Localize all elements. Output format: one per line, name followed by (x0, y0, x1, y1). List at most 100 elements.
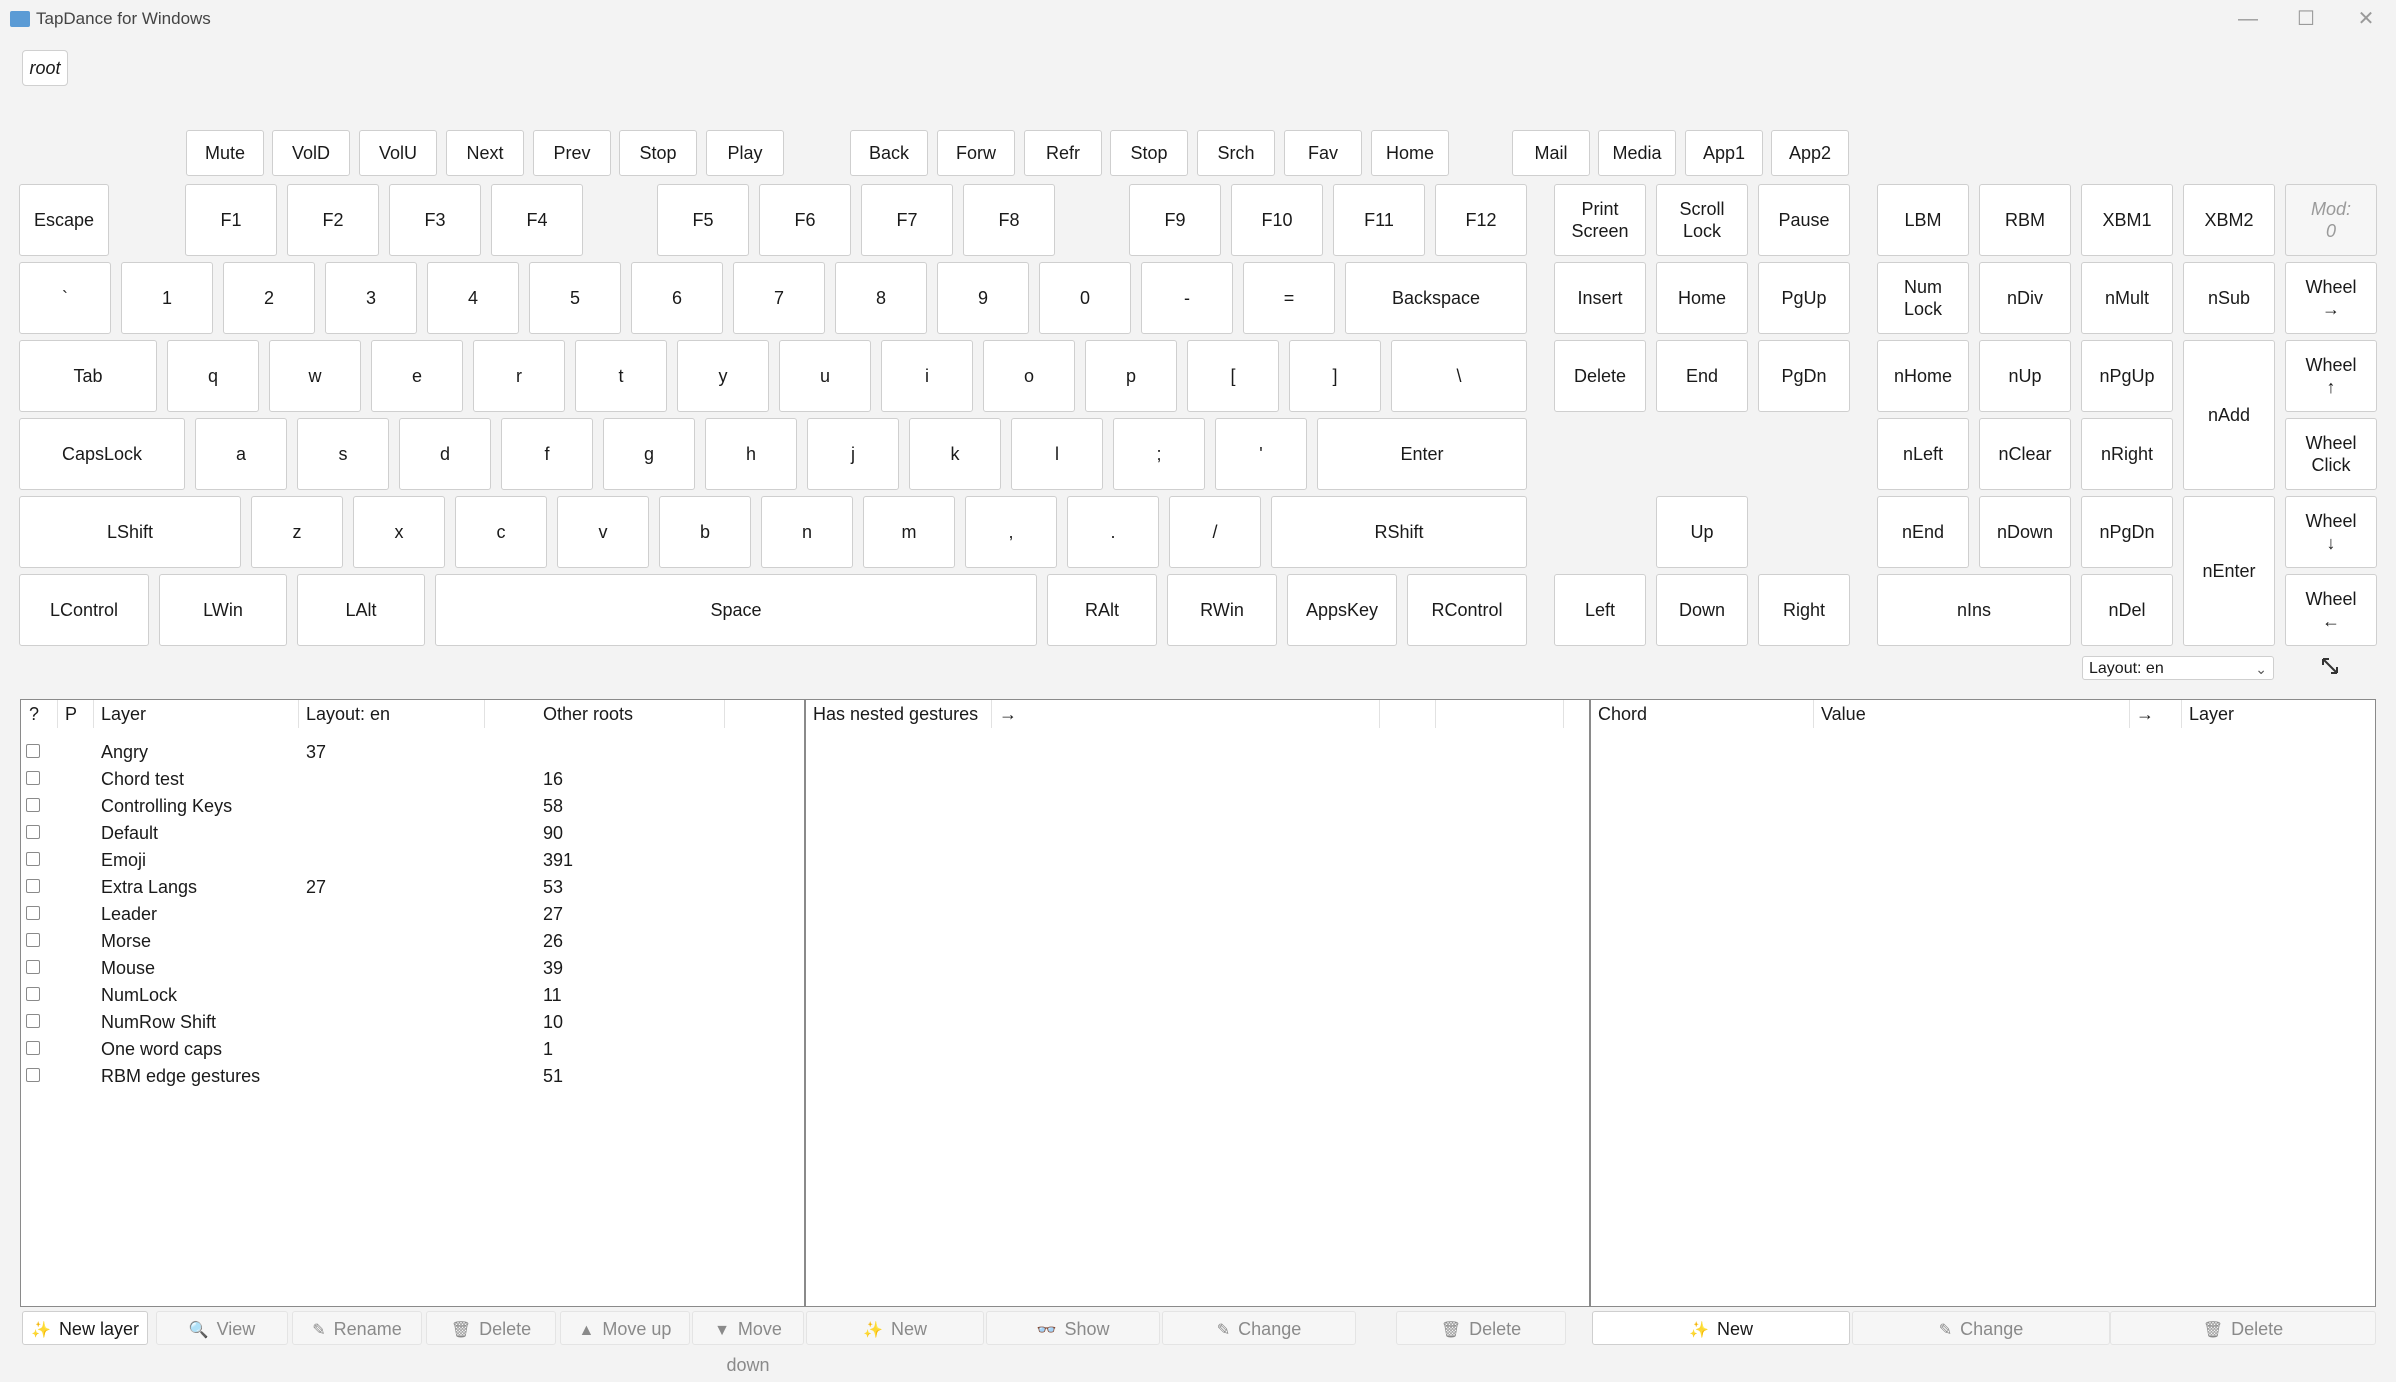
key-y[interactable]: y (677, 340, 769, 412)
key-semicolon[interactable]: ; (1113, 418, 1205, 490)
col-header-layout[interactable]: Layout: en (306, 704, 390, 725)
column-divider[interactable] (1435, 700, 1436, 728)
key-nins[interactable]: nIns (1877, 574, 2071, 646)
key-quote[interactable]: ' (1215, 418, 1307, 490)
new-chord-button[interactable]: ✨ New (1592, 1311, 1850, 1345)
key-end[interactable]: End (1656, 340, 1748, 412)
key-left[interactable]: Left (1554, 574, 1646, 646)
key-9[interactable]: 9 (937, 262, 1029, 334)
key-7[interactable]: 7 (733, 262, 825, 334)
key-wheel-up[interactable]: Wheel ↑ (2285, 340, 2377, 412)
key-srch[interactable]: Srch (1197, 130, 1275, 176)
col-header-p[interactable]: P (65, 704, 77, 725)
key-nup[interactable]: nUp (1979, 340, 2071, 412)
key-minus[interactable]: - (1141, 262, 1233, 334)
layer-checkbox[interactable] (26, 771, 40, 785)
layer-row[interactable]: Default 90 (21, 820, 821, 847)
move-up-button[interactable]: ▲ Move up (560, 1311, 690, 1345)
new-gesture-button[interactable]: ✨ New (806, 1311, 984, 1345)
layer-row[interactable]: Morse 26 (21, 928, 821, 955)
key-u[interactable]: u (779, 340, 871, 412)
key-mail[interactable]: Mail (1512, 130, 1590, 176)
key-home-browser[interactable]: Home (1371, 130, 1449, 176)
key-back[interactable]: Back (850, 130, 928, 176)
key-1[interactable]: 1 (121, 262, 213, 334)
col-header-chord[interactable]: Chord (1598, 704, 1647, 725)
column-divider[interactable] (724, 700, 725, 728)
key-insert[interactable]: Insert (1554, 262, 1646, 334)
key-r[interactable]: r (473, 340, 565, 412)
key-o[interactable]: o (983, 340, 1075, 412)
key-5[interactable]: 5 (529, 262, 621, 334)
key-forw[interactable]: Forw (937, 130, 1015, 176)
key-stop-media[interactable]: Stop (619, 130, 697, 176)
layer-row[interactable]: Controlling Keys 58 (21, 793, 821, 820)
col-header-arrow[interactable]: → (999, 704, 1017, 725)
key-nleft[interactable]: nLeft (1877, 418, 1969, 490)
layer-checkbox[interactable] (26, 933, 40, 947)
col-header-other-roots[interactable]: Other roots (543, 704, 633, 725)
layer-row[interactable]: RBM edge gestures 51 (21, 1063, 821, 1090)
key-next[interactable]: Next (446, 130, 524, 176)
key-0[interactable]: 0 (1039, 262, 1131, 334)
key-v[interactable]: v (557, 496, 649, 568)
key-ralt[interactable]: RAlt (1047, 574, 1157, 646)
column-divider[interactable] (57, 700, 58, 728)
layer-checkbox[interactable] (26, 1041, 40, 1055)
layer-row[interactable]: Chord test 16 (21, 766, 821, 793)
key-f12[interactable]: F12 (1435, 184, 1527, 256)
layer-checkbox[interactable] (26, 744, 40, 758)
key-3[interactable]: 3 (325, 262, 417, 334)
change-gesture-button[interactable]: ✎ Change (1162, 1311, 1356, 1345)
key-rwin[interactable]: RWin (1167, 574, 1277, 646)
key-g[interactable]: g (603, 418, 695, 490)
key-wheel-down[interactable]: Wheel ↓ (2285, 496, 2377, 568)
key-numlock[interactable]: Num Lock (1877, 262, 1969, 334)
key-npgdn[interactable]: nPgDn (2081, 496, 2173, 568)
layer-row[interactable]: NumLock 11 (21, 982, 821, 1009)
key-nend[interactable]: nEnd (1877, 496, 1969, 568)
close-button[interactable]: ✕ (2346, 4, 2386, 34)
key-pgup[interactable]: PgUp (1758, 262, 1850, 334)
key-lbm[interactable]: LBM (1877, 184, 1969, 256)
maximize-button[interactable]: ☐ (2286, 4, 2326, 34)
key-rbm[interactable]: RBM (1979, 184, 2071, 256)
key-n[interactable]: n (761, 496, 853, 568)
key-pause[interactable]: Pause (1758, 184, 1850, 256)
key-nadd[interactable]: nAdd (2183, 340, 2275, 490)
key-nclear[interactable]: nClear (1979, 418, 2071, 490)
key-lwin[interactable]: LWin (159, 574, 287, 646)
key-play[interactable]: Play (706, 130, 784, 176)
key-ndiv[interactable]: nDiv (1979, 262, 2071, 334)
key-print-screen[interactable]: Print Screen (1554, 184, 1646, 256)
key-wheel-right[interactable]: Wheel → (2285, 262, 2377, 334)
layer-checkbox[interactable] (26, 879, 40, 893)
key-tab[interactable]: Tab (19, 340, 157, 412)
delete-gesture-button[interactable]: 🗑 Delete (1396, 1311, 1566, 1345)
key-f1[interactable]: F1 (185, 184, 277, 256)
key-npgup[interactable]: nPgUp (2081, 340, 2173, 412)
key-app1[interactable]: App1 (1685, 130, 1763, 176)
key-space[interactable]: Space (435, 574, 1037, 646)
layer-checkbox[interactable] (26, 906, 40, 920)
resize-icon[interactable] (2318, 654, 2342, 678)
key-enter[interactable]: Enter (1317, 418, 1527, 490)
key-lcontrol[interactable]: LControl (19, 574, 149, 646)
column-divider[interactable] (298, 700, 299, 728)
key-xbm1[interactable]: XBM1 (2081, 184, 2173, 256)
key-volu[interactable]: VolU (359, 130, 437, 176)
key-i[interactable]: i (881, 340, 973, 412)
col-header-nested-gestures[interactable]: Has nested gestures (813, 704, 978, 725)
layer-row[interactable]: NumRow Shift 10 (21, 1009, 821, 1036)
column-divider[interactable] (93, 700, 94, 728)
key-q[interactable]: q (167, 340, 259, 412)
column-divider[interactable] (484, 700, 485, 728)
layer-checkbox[interactable] (26, 825, 40, 839)
layer-row[interactable]: Mouse 39 (21, 955, 821, 982)
minimize-button[interactable]: — (2228, 4, 2268, 34)
key-b[interactable]: b (659, 496, 751, 568)
layer-checkbox[interactable] (26, 960, 40, 974)
key-right[interactable]: Right (1758, 574, 1850, 646)
key-z[interactable]: z (251, 496, 343, 568)
key-ndel[interactable]: nDel (2081, 574, 2173, 646)
